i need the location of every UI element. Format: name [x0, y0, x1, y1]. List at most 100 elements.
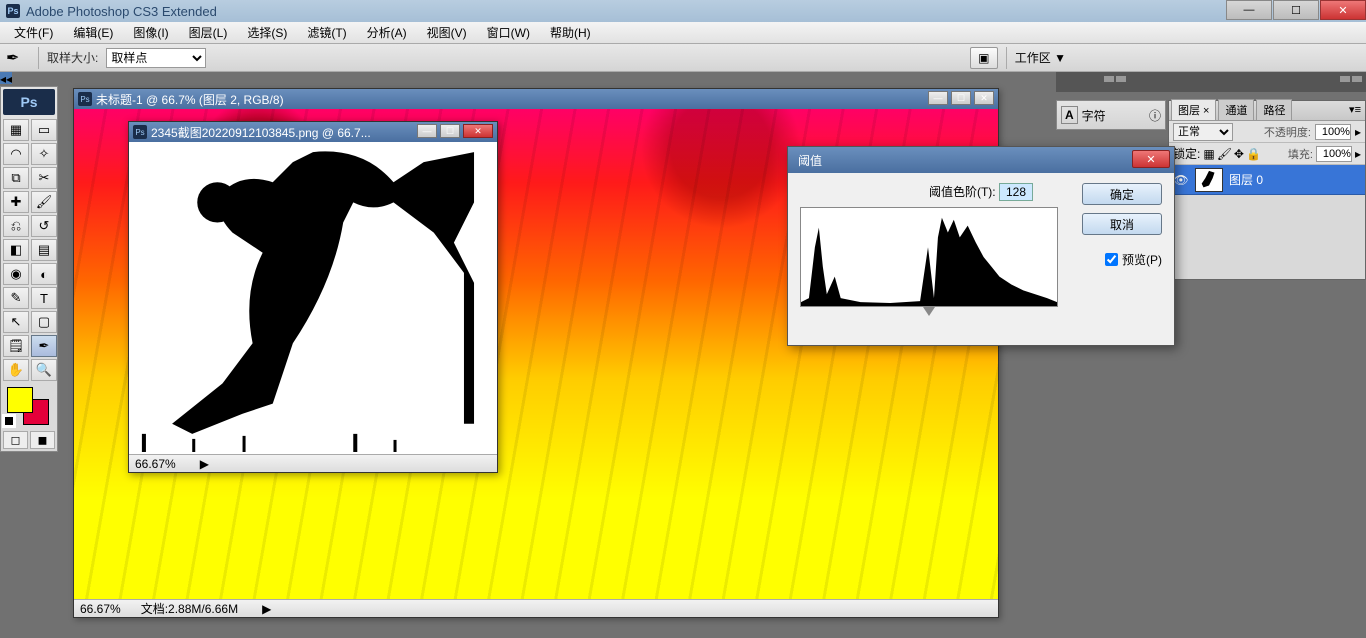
opacity-input[interactable]: [1315, 124, 1351, 140]
brush-tool[interactable]: 🖌: [31, 191, 57, 213]
menu-file[interactable]: 文件(F): [4, 22, 63, 43]
doc-maximize-button[interactable]: ☐: [951, 91, 971, 105]
layers-panel-tabs: 图层 × 通道 路径 ▾≡: [1169, 101, 1365, 121]
doc-icon: Ps: [133, 125, 147, 139]
hand-tool[interactable]: ✋: [3, 359, 29, 381]
panel-tab-strip[interactable]: ◂◂: [0, 72, 12, 84]
minimize-button[interactable]: —: [1226, 0, 1272, 20]
stamp-tool[interactable]: ⎌: [3, 215, 29, 237]
doc-close-button[interactable]: ✕: [974, 91, 994, 105]
dialog-titlebar[interactable]: 阈值 ✕: [788, 147, 1174, 173]
menu-analysis[interactable]: 分析(A): [357, 22, 417, 43]
lock-all-icon[interactable]: 🔒: [1246, 147, 1261, 161]
move-tool[interactable]: ▦: [3, 119, 29, 141]
tab-paths[interactable]: 路径: [1256, 99, 1292, 120]
foreground-color-swatch[interactable]: [7, 387, 33, 413]
tab-channels[interactable]: 通道: [1218, 99, 1254, 120]
layer-row[interactable]: 👁 图层 0: [1169, 165, 1365, 195]
dodge-tool[interactable]: ◐: [31, 263, 57, 285]
slider-thumb-icon[interactable]: [923, 307, 935, 316]
color-swatches: [3, 385, 55, 429]
doc-icon: Ps: [78, 92, 92, 106]
menu-view[interactable]: 视图(V): [417, 22, 477, 43]
separator: [1006, 47, 1007, 69]
basketball-silhouette: [131, 142, 495, 454]
go-bridge-icon[interactable]: ▣: [970, 47, 998, 69]
info-icon[interactable]: ⓘ: [1149, 107, 1161, 124]
gradient-tool[interactable]: ▤: [31, 239, 57, 261]
menu-edit[interactable]: 编辑(E): [63, 22, 123, 43]
standard-mode-icon[interactable]: ◻: [3, 431, 28, 449]
menu-image[interactable]: 图像(I): [123, 22, 178, 43]
character-panel-collapsed[interactable]: A 字符 ⓘ: [1056, 100, 1166, 130]
threshold-level-input[interactable]: [999, 183, 1033, 201]
collapse-icon[interactable]: [1116, 76, 1126, 82]
maximize-button[interactable]: ☐: [1273, 0, 1319, 20]
notes-tool[interactable]: 🗒: [3, 335, 29, 357]
opacity-arrow-icon[interactable]: ▸: [1355, 125, 1361, 139]
visibility-icon[interactable]: 👁: [1173, 173, 1189, 187]
close-button[interactable]: ✕: [1320, 0, 1366, 20]
tab-layers[interactable]: 图层 ×: [1171, 99, 1216, 120]
default-colors-icon[interactable]: [5, 417, 13, 425]
type-tool[interactable]: T: [31, 287, 57, 309]
pen-tool[interactable]: ✎: [3, 287, 29, 309]
fill-arrow-icon[interactable]: ▸: [1355, 147, 1361, 161]
blur-tool[interactable]: ◉: [3, 263, 29, 285]
status-arrow-icon[interactable]: ▶: [200, 457, 209, 471]
sub-zoom-level[interactable]: 66.67%: [135, 457, 176, 471]
eraser-tool[interactable]: ◧: [3, 239, 29, 261]
status-arrow-icon[interactable]: ▶: [262, 602, 271, 616]
doc-maximize-button[interactable]: ☐: [440, 124, 460, 138]
dialog-close-button[interactable]: ✕: [1132, 150, 1170, 168]
cancel-button[interactable]: 取消: [1082, 213, 1162, 235]
menu-help[interactable]: 帮助(H): [540, 22, 601, 43]
panel-menu-icon[interactable]: ▾≡: [1349, 103, 1361, 116]
lasso-tool[interactable]: ◠: [3, 143, 29, 165]
sub-canvas[interactable]: [131, 142, 495, 454]
doc-minimize-button[interactable]: —: [417, 124, 437, 138]
lock-transparency-icon[interactable]: ▦: [1203, 147, 1214, 161]
threshold-slider[interactable]: [800, 307, 1058, 319]
eyedropper-icon[interactable]: ✒: [6, 48, 30, 68]
menu-window[interactable]: 窗口(W): [477, 22, 540, 43]
lock-position-icon[interactable]: ✥: [1234, 147, 1244, 161]
path-tool[interactable]: ↖: [3, 311, 29, 333]
doc-close-button[interactable]: ✕: [463, 124, 493, 138]
menu-filter[interactable]: 滤镜(T): [297, 22, 356, 43]
collapse-icon[interactable]: [1352, 76, 1362, 82]
collapse-icon[interactable]: [1340, 76, 1350, 82]
sample-size-select[interactable]: 取样点: [106, 48, 206, 68]
zoom-level[interactable]: 66.67%: [80, 602, 121, 616]
heal-tool[interactable]: ✚: [3, 191, 29, 213]
main-doc-statusbar: 66.67% 文档:2.88M/6.66M ▶: [74, 599, 998, 617]
slice-tool[interactable]: ✂: [31, 167, 57, 189]
ok-button[interactable]: 确定: [1082, 183, 1162, 205]
marquee-tool[interactable]: ▭: [31, 119, 57, 141]
zoom-tool[interactable]: 🔍: [31, 359, 57, 381]
sub-doc-titlebar[interactable]: Ps 2345截图20220912103845.png @ 66.7... — …: [129, 122, 497, 142]
main-doc-title: 未标题-1 @ 66.7% (图层 2, RGB/8): [96, 91, 284, 108]
workspace-label[interactable]: 工作区 ▼: [1015, 49, 1066, 66]
crop-tool[interactable]: ⧉: [3, 167, 29, 189]
shape-tool[interactable]: ▢: [31, 311, 57, 333]
blend-mode-select[interactable]: 正常: [1173, 123, 1233, 141]
wand-tool[interactable]: ✧: [31, 143, 57, 165]
menu-select[interactable]: 选择(S): [237, 22, 297, 43]
layers-panel: 图层 × 通道 路径 ▾≡ 正常 不透明度: ▸ 锁定: ▦ 🖌 ✥ 🔒 填充:…: [1168, 100, 1366, 280]
main-doc-titlebar[interactable]: Ps 未标题-1 @ 66.7% (图层 2, RGB/8) — ☐ ✕: [74, 89, 998, 109]
preview-checkbox[interactable]: [1105, 253, 1118, 266]
history-brush-tool[interactable]: ↺: [31, 215, 57, 237]
opacity-label: 不透明度:: [1264, 124, 1311, 140]
layer-thumbnail[interactable]: [1195, 168, 1223, 192]
lock-paint-icon[interactable]: 🖌: [1217, 147, 1232, 161]
layer-name[interactable]: 图层 0: [1229, 171, 1263, 188]
doc-minimize-button[interactable]: —: [928, 91, 948, 105]
eyedropper-tool[interactable]: ✒: [31, 335, 57, 357]
fill-label: 填充:: [1288, 146, 1313, 162]
collapse-icon[interactable]: [1104, 76, 1114, 82]
menu-layer[interactable]: 图层(L): [179, 22, 238, 43]
quickmask-icon[interactable]: ◼: [30, 431, 55, 449]
doc-info[interactable]: 文档:2.88M/6.66M: [141, 600, 238, 617]
fill-input[interactable]: [1316, 146, 1352, 162]
